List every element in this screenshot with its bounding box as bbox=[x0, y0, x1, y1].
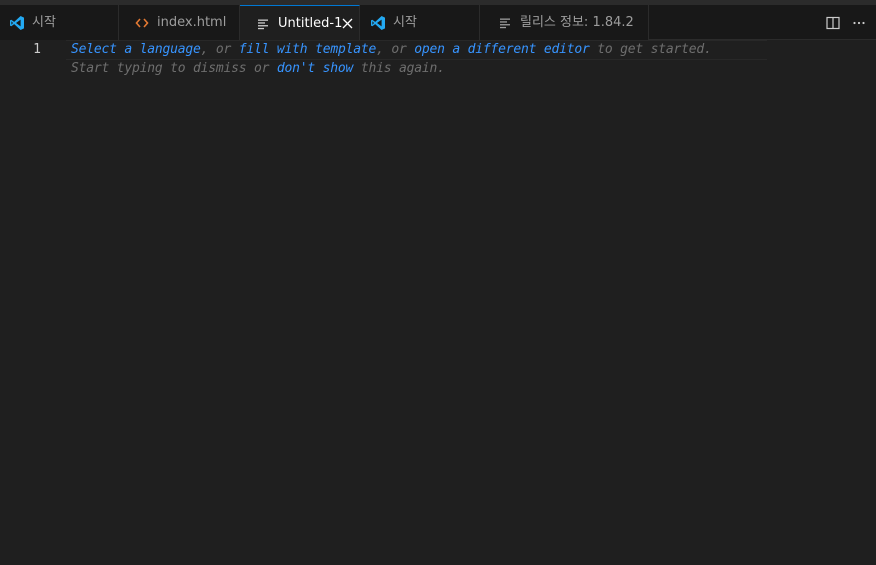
close-icon[interactable] bbox=[342, 16, 353, 32]
tab-welcome-2[interactable]: 시작 bbox=[360, 5, 480, 40]
empty-editor-hint-line-1: Select a language, or fill with template… bbox=[71, 40, 712, 59]
tab-release-notes[interactable]: 릴리스 정보: 1.84.2 bbox=[480, 5, 649, 40]
select-language-link[interactable]: Select a language bbox=[71, 42, 201, 57]
editor-tab-bar: 시작 index.html Untitled-1 시작 릴리스 정보: 1.84… bbox=[0, 5, 876, 41]
html-code-icon bbox=[133, 14, 151, 32]
text-file-icon bbox=[254, 15, 272, 33]
tab-label: 릴리스 정보: 1.84.2 bbox=[520, 15, 634, 30]
release-notes-icon bbox=[496, 14, 514, 32]
tab-label: index.html bbox=[157, 15, 227, 30]
tab-label: Untitled-1 bbox=[278, 16, 343, 31]
tab-label: 시작 bbox=[393, 15, 417, 30]
tab-welcome[interactable]: 시작 bbox=[0, 5, 119, 40]
dont-show-link[interactable]: don't show bbox=[277, 61, 353, 76]
hint-tail: this again. bbox=[353, 61, 445, 76]
tab-index-html[interactable]: index.html bbox=[119, 5, 240, 40]
hint-tail: to get started. bbox=[589, 42, 712, 57]
split-editor-icon[interactable] bbox=[824, 14, 842, 32]
tab-untitled-1[interactable]: Untitled-1 bbox=[240, 5, 360, 41]
hint-separator: , or bbox=[376, 42, 415, 57]
fill-with-template-link[interactable]: fill with template bbox=[239, 42, 376, 57]
tab-label: 시작 bbox=[32, 15, 56, 30]
vscode-window: 시작 index.html Untitled-1 시작 릴리스 정보: 1.84… bbox=[0, 0, 876, 565]
hint-text: Start typing to dismiss or bbox=[71, 61, 277, 76]
line-number: 1 bbox=[33, 42, 41, 57]
empty-editor-hint-line-2: Start typing to dismiss or don't show th… bbox=[71, 59, 445, 78]
open-different-editor-link[interactable]: open a different editor bbox=[414, 42, 590, 57]
ellipsis-icon[interactable] bbox=[850, 14, 868, 32]
hint-separator: , or bbox=[200, 42, 239, 57]
editor-area[interactable]: 1 Select a language, or fill with templa… bbox=[0, 40, 876, 565]
editor-actions bbox=[824, 5, 868, 40]
vscode-logo-icon bbox=[369, 14, 387, 32]
vscode-logo-icon bbox=[8, 14, 26, 32]
